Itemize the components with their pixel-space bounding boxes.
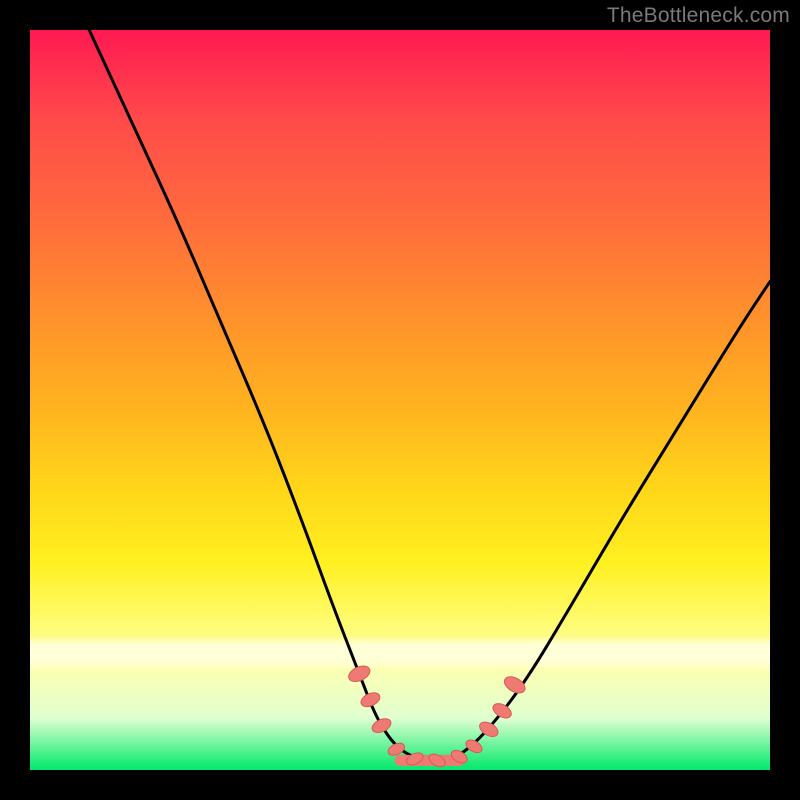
curve-layer bbox=[89, 30, 770, 761]
marker-layer bbox=[346, 663, 528, 769]
curve-marker bbox=[427, 751, 447, 769]
curve-marker bbox=[464, 737, 484, 755]
chart-svg bbox=[30, 30, 770, 770]
curve-marker bbox=[359, 690, 382, 709]
watermark-text: TheBottleneck.com bbox=[607, 4, 790, 28]
plot-area bbox=[30, 30, 770, 770]
curve-marker bbox=[346, 663, 372, 685]
curve-marker bbox=[370, 716, 393, 735]
bottleneck-curve bbox=[89, 30, 770, 761]
chart-frame: TheBottleneck.com bbox=[0, 0, 800, 800]
